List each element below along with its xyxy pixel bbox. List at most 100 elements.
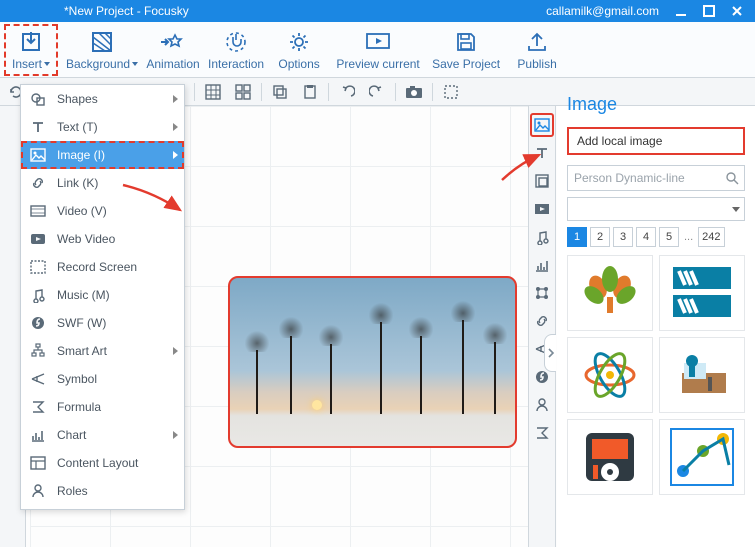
side-image-icon[interactable] xyxy=(531,114,553,136)
music-icon xyxy=(29,287,47,303)
clipart-thumbnail[interactable] xyxy=(659,255,745,331)
gear-icon xyxy=(288,29,310,56)
pagination: 1 2 3 4 5 ... 242 xyxy=(567,227,745,247)
toolbar-separator xyxy=(395,83,396,101)
inserted-image[interactable] xyxy=(228,276,517,448)
side-music-icon[interactable] xyxy=(531,226,553,248)
undo-icon[interactable] xyxy=(335,81,359,103)
redo-icon[interactable] xyxy=(365,81,389,103)
toolbar-separator xyxy=(432,83,433,101)
account-email[interactable]: callamilk@gmail.com xyxy=(546,4,667,18)
chevron-down-icon xyxy=(132,62,138,66)
menu-item-recordscreen[interactable]: Record Screen xyxy=(21,253,184,281)
clipart-thumbnail[interactable] xyxy=(567,337,653,413)
layout-icon xyxy=(29,455,47,471)
background-menu-button[interactable]: Background xyxy=(66,24,138,76)
search-placeholder: Person Dynamic-line xyxy=(574,171,685,185)
menu-item-contentlayout[interactable]: Content Layout xyxy=(21,449,184,477)
menu-item-shapes[interactable]: Shapes xyxy=(21,85,184,113)
annotation-arrow xyxy=(497,150,547,186)
snapshot-icon[interactable] xyxy=(439,81,463,103)
clipart-thumbnail[interactable] xyxy=(567,255,653,331)
menu-item-swf[interactable]: SWF (W) xyxy=(21,309,184,337)
save-icon xyxy=(455,29,477,56)
youtube-icon xyxy=(29,231,47,247)
add-local-image-button[interactable]: Add local image xyxy=(567,127,745,155)
side-formula-icon[interactable] xyxy=(531,422,553,444)
formula-icon xyxy=(29,399,47,415)
clipart-thumbnail[interactable] xyxy=(659,419,745,495)
minimize-button[interactable] xyxy=(667,2,695,20)
window-title: *New Project - Focusky xyxy=(4,4,546,18)
chevron-down-icon xyxy=(44,62,50,66)
camera-icon[interactable] xyxy=(402,81,426,103)
page-ellipsis: ... xyxy=(682,231,695,243)
chart-icon xyxy=(29,427,47,443)
publish-icon xyxy=(526,29,548,56)
close-button[interactable] xyxy=(723,2,751,20)
ribbon-toolbar: Insert Background Animation Interaction … xyxy=(0,22,755,78)
menu-item-image[interactable]: Image (I) xyxy=(21,141,184,169)
side-smartart-icon[interactable] xyxy=(531,282,553,304)
panel-collapse-handle[interactable] xyxy=(544,334,556,372)
menu-item-symbol[interactable]: Symbol xyxy=(21,365,184,393)
shapes-icon xyxy=(29,91,47,107)
flash-icon xyxy=(29,315,47,331)
options-button[interactable]: Options xyxy=(272,24,326,76)
page-button[interactable]: 5 xyxy=(659,227,679,247)
image-icon xyxy=(29,147,47,163)
clipart-thumbnail[interactable] xyxy=(567,419,653,495)
text-icon xyxy=(29,119,47,135)
menu-item-roles[interactable]: Roles xyxy=(21,477,184,505)
insert-icon xyxy=(18,29,44,56)
chevron-right-icon xyxy=(173,123,178,131)
page-button-last[interactable]: 242 xyxy=(698,227,724,247)
search-input[interactable]: Person Dynamic-line xyxy=(567,165,745,191)
tile-icon[interactable] xyxy=(231,81,255,103)
link-icon xyxy=(29,175,47,191)
menu-item-music[interactable]: Music (M) xyxy=(21,281,184,309)
roles-icon xyxy=(29,483,47,499)
category-select[interactable] xyxy=(567,197,745,221)
page-button[interactable]: 1 xyxy=(567,227,587,247)
record-screen-icon xyxy=(29,259,47,275)
smartart-icon xyxy=(29,343,47,359)
menu-item-webvideo[interactable]: Web Video xyxy=(21,225,184,253)
menu-item-smartart[interactable]: Smart Art xyxy=(21,337,184,365)
menu-item-formula[interactable]: Formula xyxy=(21,393,184,421)
publish-button[interactable]: Publish xyxy=(510,24,564,76)
maximize-button[interactable] xyxy=(695,2,723,20)
page-button[interactable]: 2 xyxy=(590,227,610,247)
toolbar-separator xyxy=(194,83,195,101)
video-icon xyxy=(29,203,47,219)
right-panel: Image Add local image Person Dynamic-lin… xyxy=(557,106,755,547)
side-link-icon[interactable] xyxy=(531,310,553,332)
copy-icon[interactable] xyxy=(268,81,292,103)
page-button[interactable]: 4 xyxy=(636,227,656,247)
preview-current-button[interactable]: Preview current xyxy=(334,24,422,76)
paste-icon[interactable] xyxy=(298,81,322,103)
annotation-arrow xyxy=(118,180,188,220)
symbol-icon xyxy=(29,371,47,387)
chevron-down-icon xyxy=(732,207,740,212)
save-project-button[interactable]: Save Project xyxy=(430,24,502,76)
sun-icon xyxy=(312,400,322,410)
clipart-thumbnail[interactable] xyxy=(659,337,745,413)
chevron-right-icon xyxy=(173,431,178,439)
panel-title: Image xyxy=(557,88,755,123)
side-video-icon[interactable] xyxy=(531,198,553,220)
menu-item-text[interactable]: Text (T) xyxy=(21,113,184,141)
grid-icon[interactable] xyxy=(201,81,225,103)
side-chart-icon[interactable] xyxy=(531,254,553,276)
interaction-icon xyxy=(225,29,247,56)
animation-button[interactable]: Animation xyxy=(146,24,200,76)
chevron-right-icon xyxy=(173,151,178,159)
page-button[interactable]: 3 xyxy=(613,227,633,247)
animation-icon xyxy=(160,29,186,56)
insert-menu-button[interactable]: Insert xyxy=(4,24,58,76)
menu-item-chart[interactable]: Chart xyxy=(21,421,184,449)
side-roles-icon[interactable] xyxy=(531,394,553,416)
insert-dropdown: Shapes Text (T) Image (I) Link (K) Video… xyxy=(20,84,185,510)
interaction-button[interactable]: Interaction xyxy=(208,24,264,76)
toolbar-separator xyxy=(261,83,262,101)
